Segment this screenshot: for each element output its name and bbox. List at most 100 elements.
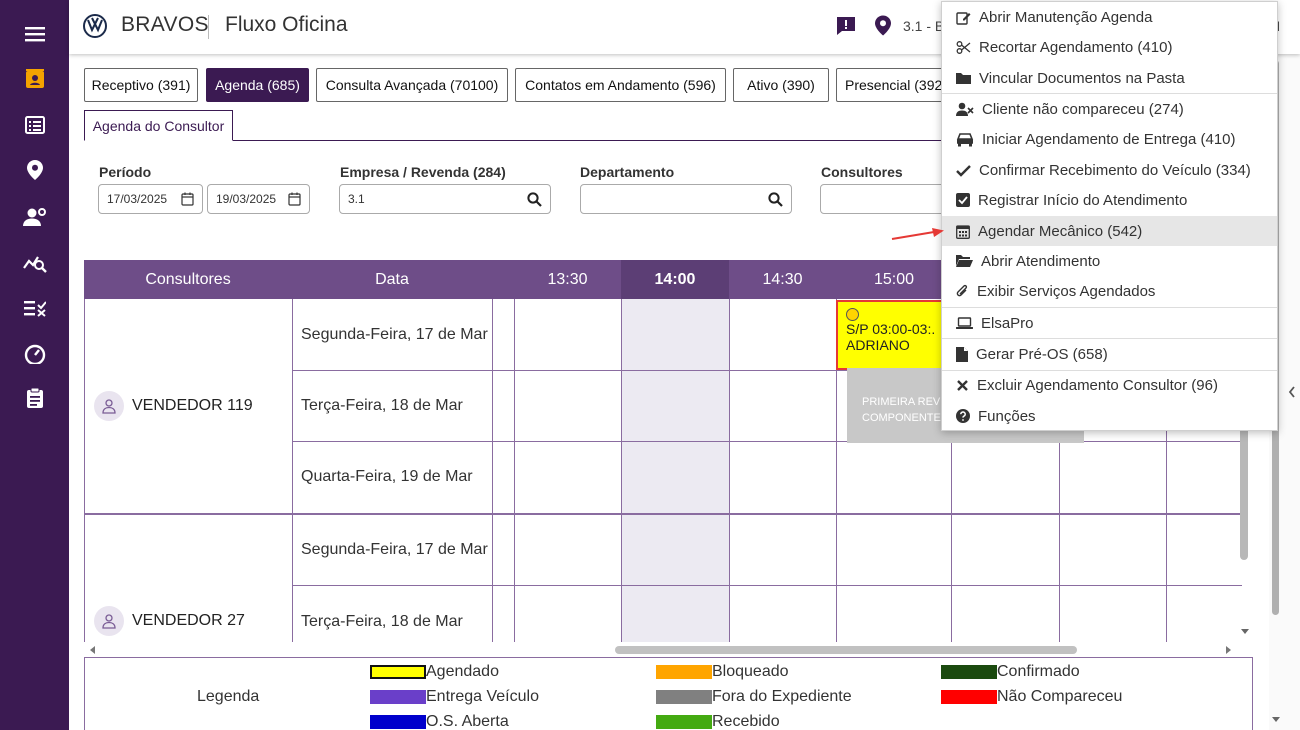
pointer-arrow-icon [891,228,944,240]
consultores-input[interactable] [820,184,960,214]
menu-item-elsapro[interactable]: ElsaPro [942,308,1277,338]
legend-swatch [370,690,426,704]
folder-open-icon [956,255,973,267]
vw-logo-icon [83,14,107,38]
menu-item-agendar-mecanico[interactable]: Agendar Mecânico (542) [942,216,1277,246]
calendar-icon[interactable] [288,192,301,206]
menu-icon[interactable] [0,14,69,54]
grid-horizontal-scrollbar[interactable] [84,642,1242,657]
menu-item-gerar-pre-os[interactable]: Gerar Pré-OS (658) [942,339,1277,369]
list-icon[interactable] [0,105,69,145]
grid-line [492,299,493,642]
menu-item-iniciar-entrega[interactable]: Iniciar Agendamento de Entrega (410) [942,124,1277,154]
vendor-27[interactable]: VENDEDOR 27 [94,606,245,636]
menu-item-abrir-manutencao[interactable]: Abrir Manutenção Agenda [942,2,1277,32]
menu-item-label: Agendar Mecânico (542) [978,222,1143,240]
legend-label: O.S. Aberta [426,713,509,730]
context-menu: Abrir Manutenção Agenda Recortar Agendam… [941,1,1278,431]
folder-icon [956,73,971,84]
legend-title: Legenda [197,688,260,705]
analytics-icon[interactable] [0,243,69,283]
menu-item-exibir-servicos[interactable]: Exibir Serviços Agendados [942,276,1277,306]
menu-item-label: Vincular Documentos na Pasta [979,69,1185,87]
menu-item-confirmar-recebimento[interactable]: Confirmar Recebimento do Veículo (334) [942,155,1277,185]
menu-item-recortar[interactable]: Recortar Agendamento (410) [942,32,1277,62]
col-data: Data [375,270,409,288]
speedometer-icon[interactable] [0,334,69,374]
check-icon [956,164,971,177]
menu-item-label: Abrir Atendimento [981,252,1101,270]
vendor-119[interactable]: VENDEDOR 119 [94,391,253,421]
user-avatar-icon [94,391,124,421]
file-icon [956,346,968,362]
contact-card-icon[interactable] [0,59,69,99]
day-row: Terça-Feira, 18 de Mar [301,612,463,630]
legend-item: Agendado [370,663,499,681]
date-start-input[interactable]: 17/03/2025 [98,184,203,214]
header-company[interactable]: 3.1 - B [903,18,944,34]
paperclip-icon [956,284,968,296]
scroll-down-icon[interactable] [1240,628,1250,636]
user-settings-icon[interactable] [0,197,69,237]
menu-item-label: Iniciar Agendamento de Entrega (410) [982,130,1236,148]
tab-ativo[interactable]: Ativo (390) [733,68,829,102]
collapse-panel-icon[interactable] [1288,386,1296,398]
scroll-left-icon[interactable] [88,645,96,655]
day-row: Terça-Feira, 18 de Mar [301,396,463,414]
user-avatar-icon [94,606,124,636]
grid-line [514,299,515,642]
header-location-icon[interactable] [875,15,891,36]
col-time-1500: 15:00 [873,270,915,288]
tab-presencial[interactable]: Presencial (392 [836,68,946,102]
legend-swatch [656,715,712,729]
checklist-icon[interactable] [0,288,69,328]
legend-swatch [941,665,997,679]
tab-agenda[interactable]: Agenda (685) [206,68,309,102]
legend-item: Entrega Veículo [370,688,539,706]
legend-item: Fora do Expediente [656,688,852,706]
search-icon[interactable] [768,192,783,207]
menu-item-label: Cliente não compareceu (274) [982,100,1184,118]
col-time-1430: 14:30 [762,270,803,288]
menu-item-label: Recortar Agendamento (410) [979,38,1173,56]
calendar-icon[interactable] [181,192,194,206]
menu-item-vincular-documentos[interactable]: Vincular Documentos na Pasta [942,63,1277,93]
calendar-icon [956,224,970,239]
day-row: Segunda-Feira, 17 de Mar [301,540,488,558]
consultores-label: Consultores [821,164,903,180]
legend-label: Recebido [712,713,780,730]
menu-item-registrar-inicio[interactable]: Registrar Início do Atendimento [942,185,1277,215]
menu-item-label: Excluir Agendamento Consultor (96) [977,376,1218,394]
periodo-label: Período [99,164,152,180]
location-pin-icon[interactable] [0,150,69,190]
scissors-icon [956,40,971,54]
page-scroll-down-icon[interactable] [1271,716,1281,724]
chat-alert-icon[interactable] [836,16,856,36]
current-time-column [622,299,729,642]
col-time-1400: 14:00 [621,260,729,299]
legend-swatch [656,665,712,679]
search-icon[interactable] [527,192,542,207]
brand-name: BRAVOS [121,13,209,36]
menu-item-excluir-agendamento[interactable]: Excluir Agendamento Consultor (96) [942,370,1277,400]
grid-line [84,299,85,642]
tab-consulta-avancada[interactable]: Consulta Avançada (70100) [316,68,508,102]
legend-label: Confirmado [997,663,1080,680]
clipboard-icon[interactable] [0,378,69,418]
tab-contatos-andamento[interactable]: Contatos em Andamento (596) [515,68,726,102]
empresa-input[interactable]: 3.1 [339,184,551,214]
departamento-input[interactable] [580,184,792,214]
scroll-right-icon[interactable] [1225,645,1233,655]
date-end-input[interactable]: 19/03/2025 [207,184,310,214]
event-time: S/P 03:00-03:... [846,321,936,337]
menu-item-funcoes[interactable]: Funções [942,401,1277,431]
scroll-thumb[interactable] [615,646,1077,654]
tab-receptivo[interactable]: Receptivo (391) [84,68,198,102]
legend-item: Bloqueado [656,663,789,681]
appointment-event[interactable]: S/P 03:00-03:... ADRIANO [836,300,946,370]
menu-item-cliente-nao-compareceu[interactable]: Cliente não compareceu (274) [942,94,1277,124]
subtab-agenda-consultor[interactable]: Agenda do Consultor [84,110,233,141]
event-client: ADRIANO [846,337,910,353]
menu-item-abrir-atendimento[interactable]: Abrir Atendimento [942,246,1277,276]
grid-line [84,513,1242,515]
